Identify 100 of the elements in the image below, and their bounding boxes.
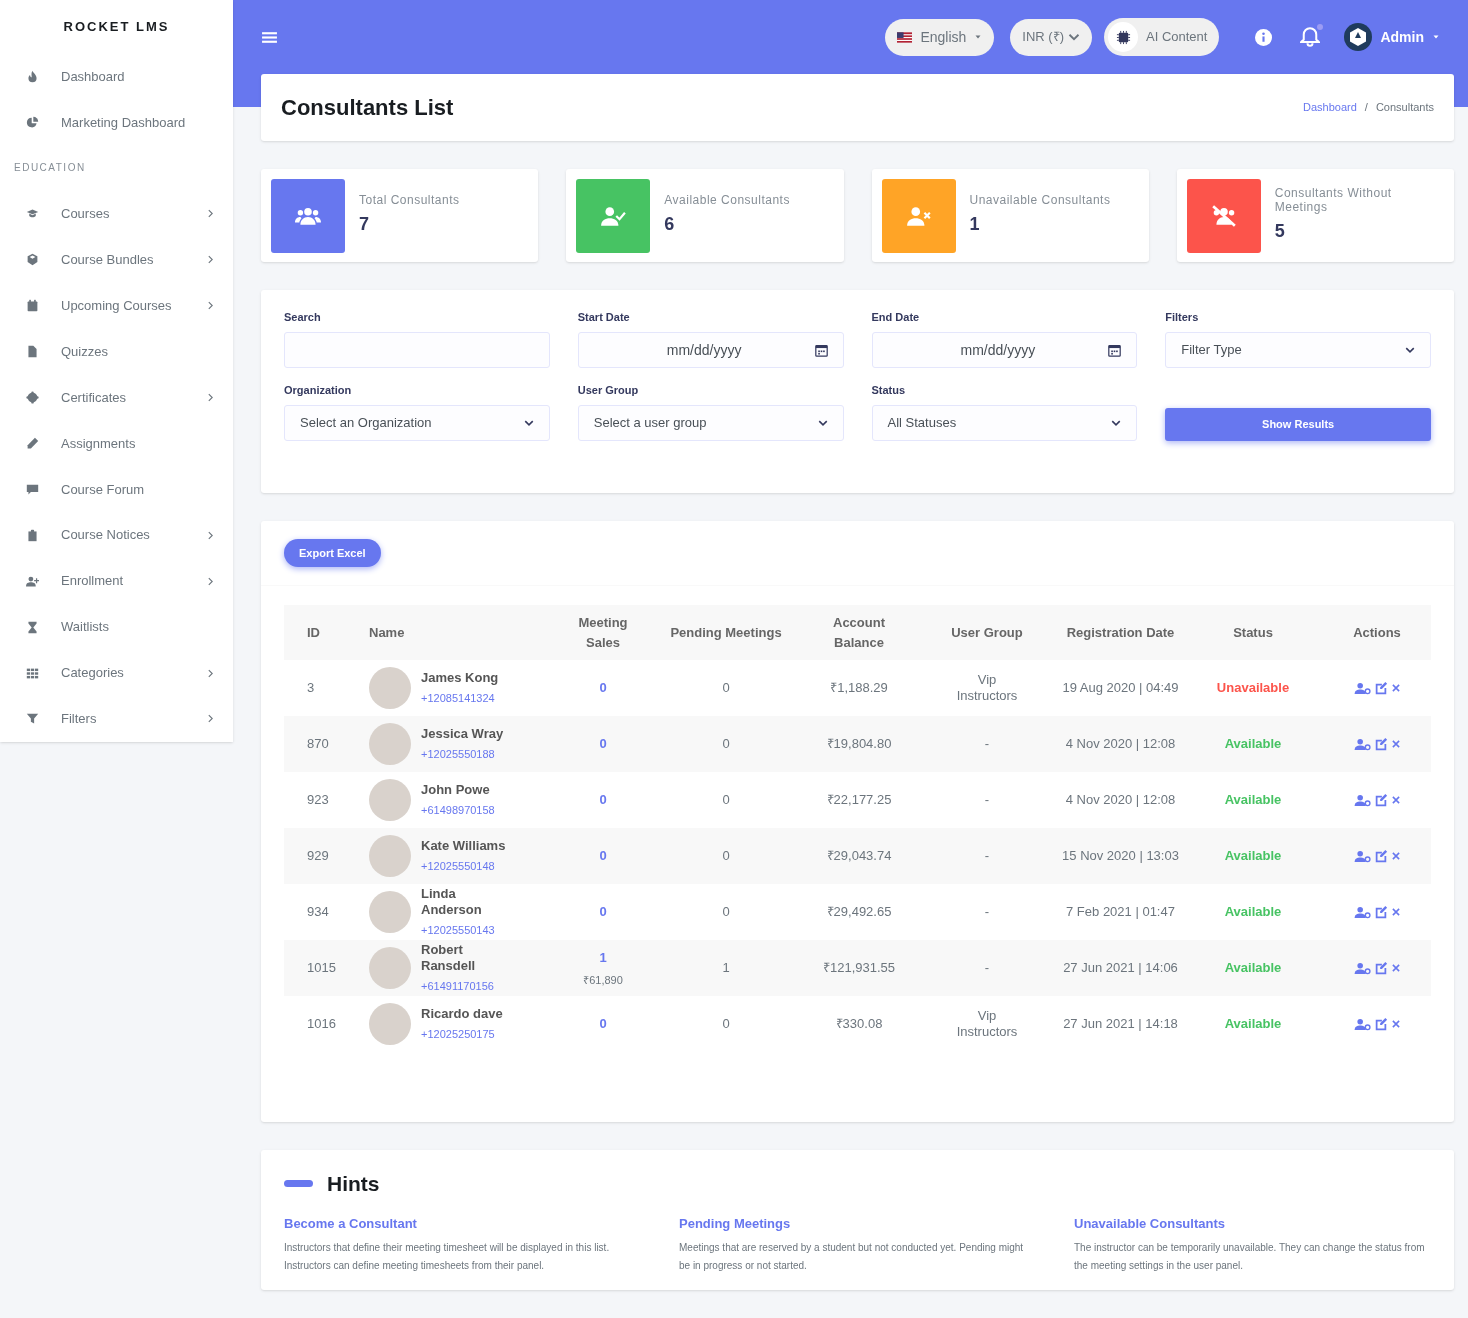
- meetings-button[interactable]: [1353, 849, 1371, 863]
- table-cell: 929: [284, 828, 346, 884]
- show-results-button[interactable]: Show Results: [1165, 408, 1431, 441]
- consultant-name: James Kong: [421, 669, 499, 686]
- meetings-button[interactable]: [1353, 793, 1371, 807]
- page-title: Consultants List: [281, 94, 454, 122]
- field-label: User Group: [577, 383, 640, 396]
- breadcrumb-current: Consultants: [1375, 100, 1434, 116]
- avatar-placeholder: [369, 723, 411, 765]
- edit-button[interactable]: [1373, 905, 1388, 919]
- edit-button[interactable]: [1373, 793, 1388, 807]
- sidebar-item[interactable]: Categories: [0, 650, 233, 696]
- table-cell: 3: [284, 660, 346, 716]
- sidebar-item[interactable]: Course Forum: [0, 466, 233, 513]
- select-field[interactable]: Filter Type: [1165, 332, 1431, 368]
- edit-button[interactable]: [1373, 961, 1388, 975]
- sidebar-item[interactable]: Course Notices: [0, 512, 233, 559]
- user-clock-icon: [1353, 1017, 1371, 1031]
- stat-value: 7: [359, 213, 370, 236]
- delete-button[interactable]: [1390, 795, 1401, 805]
- sidebar-item[interactable]: Assignments: [0, 420, 233, 467]
- hint-heading: Pending Meetings: [679, 1214, 792, 1233]
- user-menu[interactable]: Admin: [1344, 23, 1440, 51]
- meeting-sales-link[interactable]: 0: [599, 846, 607, 866]
- select-field[interactable]: Select a user group: [577, 405, 844, 441]
- sidebar-item[interactable]: Waitlists: [0, 604, 233, 651]
- edit-button[interactable]: [1373, 849, 1388, 863]
- notification-bell[interactable]: [1300, 27, 1321, 47]
- edit-icon: [1373, 905, 1388, 919]
- table-cell: -: [916, 940, 1058, 996]
- field-label: Search: [284, 310, 322, 323]
- status-text: Available: [1183, 772, 1323, 828]
- date-field[interactable]: mm/dd/yyyy: [577, 332, 844, 368]
- phone-link[interactable]: +61498970158: [421, 801, 495, 819]
- phone-link[interactable]: +12025550188: [421, 745, 504, 763]
- phone-link[interactable]: +61491170156: [421, 977, 517, 995]
- phone-link[interactable]: +12025550148: [421, 857, 506, 875]
- meetings-button[interactable]: [1353, 737, 1371, 751]
- meetings-button[interactable]: [1353, 905, 1371, 919]
- meeting-sales-link[interactable]: 0: [599, 1014, 607, 1034]
- sidebar-item[interactable]: Courses: [0, 190, 233, 237]
- edit-button[interactable]: [1373, 1017, 1388, 1031]
- meetings-button[interactable]: [1353, 681, 1371, 695]
- box-icon: [26, 253, 39, 267]
- meeting-sales-link[interactable]: 1: [599, 948, 607, 968]
- edit-button[interactable]: [1373, 737, 1388, 751]
- table-cell: ₹29,492.65: [802, 884, 916, 940]
- user-clock-icon: [1353, 849, 1371, 863]
- delete-button[interactable]: [1390, 683, 1401, 693]
- sidebar-item[interactable]: Dashboard: [0, 53, 233, 100]
- table-cell: 1: [650, 940, 802, 996]
- phone-link[interactable]: +12025550143: [421, 921, 517, 939]
- sidebar-item[interactable]: Course Bundles: [0, 236, 233, 283]
- export-excel-button[interactable]: Export Excel: [284, 539, 381, 567]
- comment-icon: [26, 482, 39, 496]
- sidebar-item[interactable]: Quizzes: [0, 328, 233, 375]
- caret-down-icon: [1432, 33, 1440, 41]
- chevron-down-icon: [523, 418, 534, 428]
- delete-button[interactable]: [1390, 1019, 1401, 1029]
- phone-link[interactable]: +12085141324: [421, 689, 499, 707]
- hint-accent-bar: [284, 1180, 313, 1188]
- meeting-sales-link[interactable]: 0: [599, 734, 607, 754]
- table-cell: 0: [650, 996, 802, 1052]
- sidebar-item[interactable]: Certificates: [0, 374, 233, 421]
- phone-link[interactable]: +12025250175: [421, 1025, 503, 1043]
- close-icon: [1390, 851, 1401, 861]
- select-field[interactable]: Select an Organization: [284, 405, 550, 441]
- stat-label: Available Consultants: [664, 193, 790, 207]
- meeting-sales-link[interactable]: 0: [599, 678, 607, 698]
- calendar-icon: [26, 299, 39, 313]
- column-header: ID: [284, 605, 346, 660]
- status-text: Available: [1183, 940, 1323, 996]
- date-field[interactable]: mm/dd/yyyy: [871, 332, 1138, 368]
- delete-button[interactable]: [1390, 851, 1401, 861]
- search-field[interactable]: [284, 332, 550, 368]
- sidebar-item[interactable]: Marketing Dashboard: [0, 99, 233, 146]
- delete-button[interactable]: [1390, 963, 1401, 973]
- meeting-sales-link[interactable]: 0: [599, 902, 607, 922]
- meeting-sales-link[interactable]: 0: [599, 790, 607, 810]
- edit-button[interactable]: [1373, 681, 1388, 695]
- flag-icon: [897, 31, 913, 43]
- consultant-name: John Powe: [421, 781, 491, 798]
- delete-button[interactable]: [1390, 907, 1401, 917]
- meetings-button[interactable]: [1353, 961, 1371, 975]
- ai-content-button[interactable]: AI Content: [1104, 18, 1220, 56]
- table-cell: 923: [284, 772, 346, 828]
- brand-logo-text[interactable]: ROCKET LMS: [0, 0, 233, 54]
- breadcrumb-link[interactable]: Dashboard: [1303, 99, 1357, 116]
- meetings-button[interactable]: [1353, 1017, 1371, 1031]
- bell-icon: [1300, 27, 1321, 47]
- sidebar-item[interactable]: Enrollment: [0, 558, 233, 605]
- select-field[interactable]: All Statuses: [871, 405, 1138, 441]
- sidebar-item[interactable]: Upcoming Courses: [0, 282, 233, 329]
- delete-button[interactable]: [1390, 739, 1401, 749]
- field-label: Filters: [1165, 310, 1200, 323]
- table-cell: ₹29,043.74: [802, 828, 916, 884]
- sidebar-item[interactable]: Filters: [0, 696, 233, 742]
- table-cell: 0: [650, 828, 802, 884]
- status-text: Unavailable: [1183, 660, 1323, 716]
- table-cell: 1015: [284, 940, 346, 996]
